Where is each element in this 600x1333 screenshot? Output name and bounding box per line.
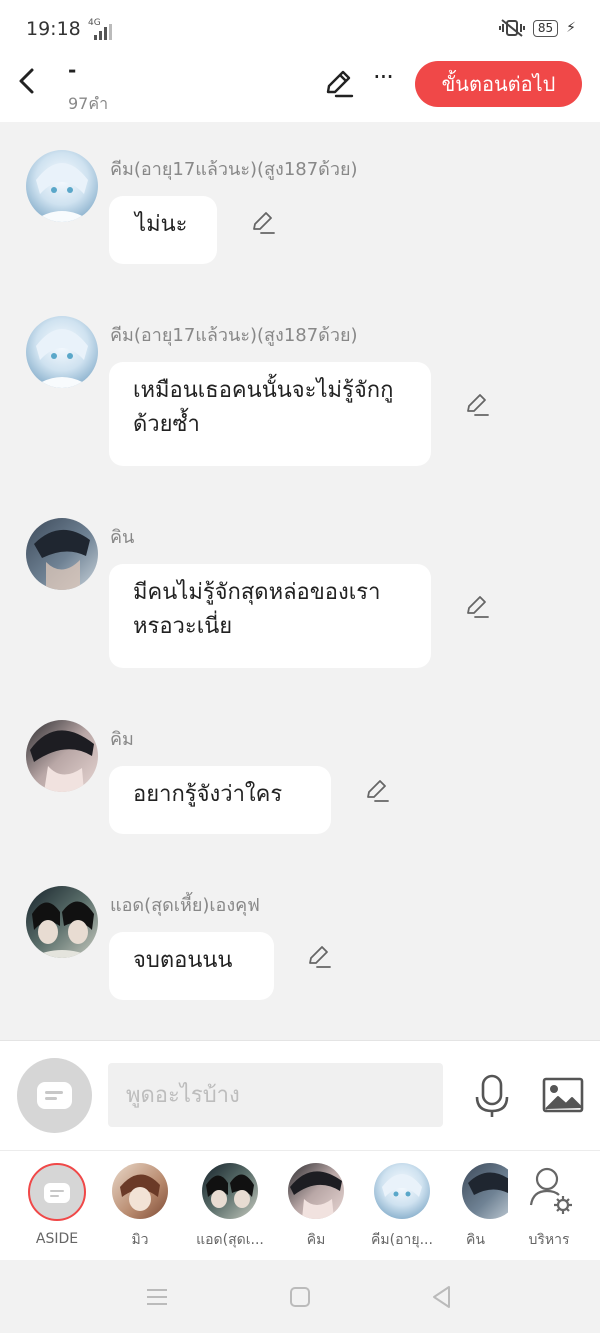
word-count: 97คำ: [68, 94, 109, 113]
next-step-button[interactable]: ขั้นตอนต่อไป: [415, 61, 582, 107]
microphone-button[interactable]: [472, 1073, 512, 1119]
edit-title-button[interactable]: [322, 68, 354, 100]
home-nav-icon[interactable]: [287, 1284, 313, 1310]
kim-avatar[interactable]: [26, 150, 98, 222]
character-name: คิม: [306, 1232, 326, 1248]
back-button[interactable]: [14, 66, 40, 96]
manage-characters-button[interactable]: บริหาร: [509, 1163, 589, 1251]
system-nav-bar: [0, 1260, 600, 1333]
edit-message-button[interactable]: [464, 392, 490, 418]
menu-nav-icon[interactable]: [144, 1284, 170, 1310]
character-chip-kim[interactable]: คิม: [276, 1163, 356, 1251]
story-title: -: [68, 58, 77, 82]
message-bubble[interactable]: เหมือนเธอคนนั้นจะไม่รู้จักกูด้วยซ้ำ: [109, 362, 431, 466]
message-bubble[interactable]: มีคนไม่รู้จักสุดหล่อของเราหรอวะเนี่ย: [109, 564, 431, 668]
status-bar: 19:18 4G 85 ⚡: [0, 0, 600, 56]
more-options-button[interactable]: ···: [366, 64, 400, 94]
miu-avatar: [112, 1163, 168, 1219]
character-name: คีม(อายุ...: [371, 1232, 433, 1248]
character-chip-aside[interactable]: ASIDE: [17, 1163, 97, 1247]
sender-name: คิน: [110, 527, 135, 548]
header: - 97คำ ··· ขั้นตอนต่อไป: [0, 56, 600, 122]
kim2-avatar[interactable]: [26, 720, 98, 792]
edit-message-button[interactable]: [306, 944, 332, 970]
status-right: 85 ⚡: [498, 18, 576, 38]
character-chip-ad[interactable]: แอด(สุดเ...: [190, 1163, 270, 1251]
character-name: บริหาร: [528, 1232, 570, 1248]
character-name: ASIDE: [35, 1231, 79, 1247]
kim-avatar: [374, 1163, 430, 1219]
image-upload-button[interactable]: [542, 1077, 584, 1113]
edit-message-button[interactable]: [364, 778, 390, 804]
edit-message-button[interactable]: [250, 210, 276, 236]
character-name: แอด(สุดเ...: [196, 1232, 264, 1248]
character-name: มิว: [131, 1232, 149, 1248]
message-input[interactable]: [108, 1063, 443, 1127]
manage-users-icon: [521, 1163, 577, 1219]
aside-icon: [28, 1163, 86, 1221]
character-name: คิน: [466, 1232, 485, 1248]
charging-icon: ⚡: [566, 20, 576, 36]
network-indicator: 4G: [88, 18, 112, 40]
sender-name: คิม: [110, 729, 134, 750]
edit-message-button[interactable]: [464, 594, 490, 620]
character-chip-kin[interactable]: คิน: [452, 1163, 508, 1251]
ad-avatar[interactable]: [26, 886, 98, 958]
network-label: 4G: [88, 18, 101, 28]
vibrate-mute-icon: [498, 19, 525, 37]
back-nav-icon[interactable]: [429, 1284, 455, 1310]
aside-icon: [37, 1082, 72, 1109]
sender-name: แอด(สุดเหี้ย)เองคุฟ: [110, 895, 260, 916]
chat-area[interactable]: คีม(อายุ17แล้วนะ)(สูง187ด้วย) ไม่นะ คีม(…: [0, 122, 600, 1040]
message-bubble[interactable]: จบตอนนน: [109, 932, 274, 1000]
kim-avatar[interactable]: [26, 316, 98, 388]
message-bubble[interactable]: ไม่นะ: [109, 196, 217, 264]
kin-avatar[interactable]: [26, 518, 98, 590]
character-selector: ASIDE มิว แอด(สุดเ... คิม คีม(อายุ... คิ…: [0, 1150, 600, 1260]
character-chip-miu[interactable]: มิว: [100, 1163, 180, 1251]
aside-toggle-button[interactable]: [17, 1058, 92, 1133]
status-time: 19:18: [26, 18, 81, 40]
message-bubble[interactable]: อยากรู้จังว่าใคร: [109, 766, 331, 834]
kin-avatar: [462, 1163, 508, 1219]
input-bar: [0, 1040, 600, 1150]
character-chip-keem[interactable]: คีม(อายุ...: [362, 1163, 442, 1251]
battery-icon: 85: [532, 19, 559, 37]
ad-avatar: [202, 1163, 258, 1219]
sender-name: คีม(อายุ17แล้วนะ)(สูง187ด้วย): [110, 159, 358, 180]
kim2-avatar: [288, 1163, 344, 1219]
sender-name: คีม(อายุ17แล้วนะ)(สูง187ด้วย): [110, 325, 358, 346]
